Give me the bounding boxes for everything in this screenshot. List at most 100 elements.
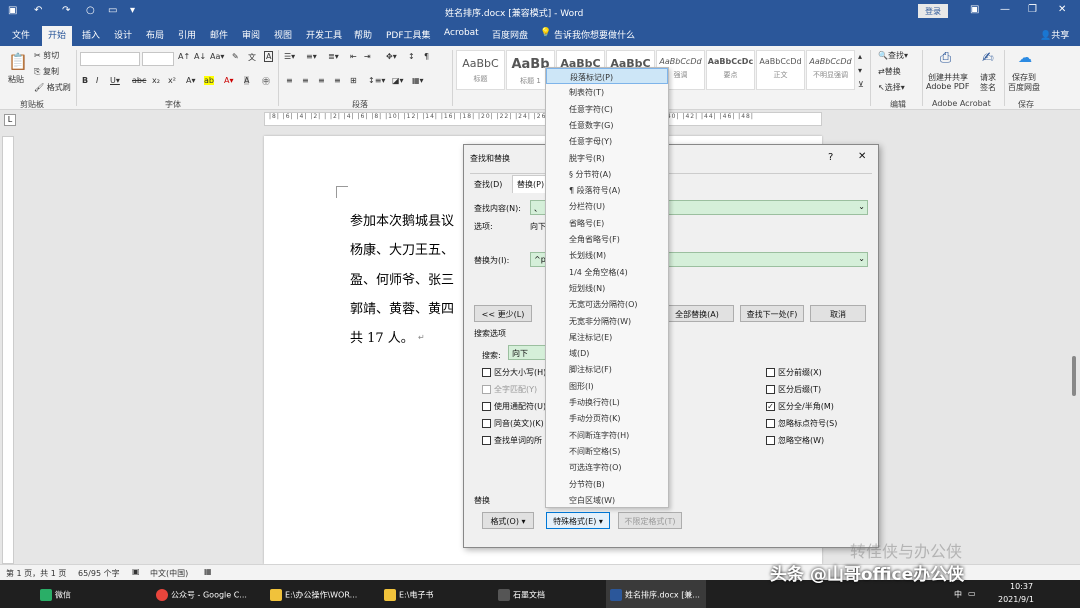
highlight-icon[interactable]: ab: [204, 76, 214, 85]
sounds-like-checkbox[interactable]: [482, 419, 491, 428]
doc-line[interactable]: 共 17 人。: [350, 327, 414, 346]
superscript-icon[interactable]: x²: [168, 76, 176, 85]
clock-time[interactable]: 10:37: [1010, 582, 1033, 591]
minimize-icon[interactable]: —: [1000, 4, 1010, 15]
menu-item[interactable]: 制表符(T): [546, 84, 668, 100]
replace-all-button[interactable]: 全部替换(A): [660, 305, 734, 322]
format-painter-button[interactable]: 🖌 格式刷: [34, 82, 71, 93]
no-formatting-button[interactable]: 不限定格式(T): [618, 512, 682, 529]
whole-word-checkbox[interactable]: [482, 385, 491, 394]
horizontal-ruler[interactable]: |8| |6| |4| |2| | |2| |4| |6| |8| |10| |…: [264, 112, 822, 126]
share-button[interactable]: 👤共享: [1040, 28, 1069, 41]
menu-item[interactable]: 省略号(E): [546, 215, 668, 231]
match-suffix-checkbox[interactable]: [766, 385, 775, 394]
doc-line[interactable]: 参加本次鹅城县议: [350, 210, 454, 229]
tab-references[interactable]: 引用: [178, 28, 196, 41]
menu-item[interactable]: 不间断连字符(H): [546, 427, 668, 443]
format-button[interactable]: 格式(O) ▾: [482, 512, 534, 529]
subscript-icon[interactable]: x₂: [152, 76, 160, 85]
tab-help[interactable]: 帮助: [354, 28, 372, 41]
tab-design[interactable]: 设计: [114, 28, 132, 41]
tab-home[interactable]: 开始: [42, 26, 73, 46]
tab-layout[interactable]: 布局: [146, 28, 164, 41]
increase-indent-icon[interactable]: ⇥: [364, 52, 371, 61]
cancel-button[interactable]: 取消: [810, 305, 866, 322]
align-center-icon[interactable]: ≡: [302, 76, 309, 85]
match-case-checkbox[interactable]: [482, 368, 491, 377]
menu-item[interactable]: 不间断空格(S): [546, 443, 668, 459]
tell-me-input[interactable]: 告诉我你想要做什么: [554, 28, 635, 41]
menu-item[interactable]: 无宽非分隔符(W): [546, 313, 668, 329]
doc-line[interactable]: 郭靖、黄蓉、黄四: [350, 298, 454, 317]
tab-replace[interactable]: 替换(P): [512, 175, 550, 193]
menu-item[interactable]: 1/4 全角空格(4): [546, 264, 668, 280]
style-subtle-emphasis[interactable]: AaBbCcDd 不明显强调: [806, 50, 855, 90]
taskbar-shimo[interactable]: 石墨文档: [498, 580, 545, 608]
menu-item[interactable]: § 分节符(A): [546, 166, 668, 182]
menu-item[interactable]: 可选连字符(O): [546, 459, 668, 475]
select-button[interactable]: ↖选择▾: [878, 82, 905, 93]
replace-button[interactable]: ⇄替换: [878, 66, 901, 77]
doc-line[interactable]: 盈、何师爷、张三: [350, 269, 454, 288]
word-count[interactable]: 65/95 个字: [78, 568, 120, 579]
menu-item[interactable]: 脚注标记(F): [546, 361, 668, 377]
menu-item[interactable]: 全角省略号(F): [546, 231, 668, 247]
shading-icon[interactable]: ◪▾: [392, 76, 404, 85]
word-forms-checkbox[interactable]: [482, 436, 491, 445]
font-size-select[interactable]: [142, 52, 174, 66]
styles-scroll-up-icon[interactable]: ▴: [858, 52, 862, 61]
menu-item[interactable]: 分节符(B): [546, 476, 668, 492]
new-doc-icon[interactable]: ▭: [108, 5, 117, 16]
redo-icon[interactable]: ↷: [62, 5, 70, 16]
numbering-icon[interactable]: ≡▾: [306, 52, 317, 61]
match-prefix-checkbox[interactable]: [766, 368, 775, 377]
menu-item[interactable]: 手动分页符(K): [546, 410, 668, 426]
menu-item[interactable]: 空白区域(W): [546, 492, 668, 508]
close-icon[interactable]: ✕: [1058, 4, 1066, 15]
line-spacing-icon[interactable]: ↕≡▾: [368, 76, 385, 85]
justify-icon[interactable]: ≡: [334, 76, 341, 85]
menu-item[interactable]: 短划线(N): [546, 280, 668, 296]
align-right-icon[interactable]: ≡: [318, 76, 325, 85]
styles-scroll-down-icon[interactable]: ▾: [858, 66, 862, 75]
signature-icon[interactable]: ✍: [982, 50, 994, 66]
dropdown-arrow-icon[interactable]: ⌄: [858, 202, 865, 211]
menu-item[interactable]: 分栏符(U): [546, 198, 668, 214]
menu-item[interactable]: 尾注标记(E): [546, 329, 668, 345]
font-color-icon[interactable]: A▾: [224, 76, 234, 85]
tab-baidu[interactable]: 百度网盘: [492, 28, 528, 41]
match-width-checkbox[interactable]: ✓: [766, 402, 775, 411]
underline-icon[interactable]: U▾: [110, 76, 120, 85]
baidu-cloud-icon[interactable]: ☁: [1018, 50, 1032, 66]
italic-icon[interactable]: I: [96, 76, 98, 85]
language-status[interactable]: 中文(中国): [150, 568, 188, 579]
pdf-icon[interactable]: ⎙: [940, 50, 951, 66]
phonetic-icon[interactable]: 文: [248, 52, 256, 63]
ribbon-options-icon[interactable]: ▣: [970, 4, 979, 15]
chinese-layout-icon[interactable]: ✥▾: [386, 52, 397, 61]
paste-button[interactable]: 粘贴: [8, 74, 24, 85]
ignore-space-checkbox[interactable]: [766, 436, 775, 445]
tab-mailings[interactable]: 邮件: [210, 28, 228, 41]
style-strong[interactable]: AaBbCcDc 要点: [706, 50, 755, 90]
login-button[interactable]: 登录: [918, 4, 948, 18]
customize-icon[interactable]: ▾: [130, 5, 135, 16]
dialog-close-button[interactable]: ✕: [858, 151, 866, 162]
tab-review[interactable]: 审阅: [242, 28, 260, 41]
multilevel-icon[interactable]: ≣▾: [328, 52, 339, 61]
doc-line[interactable]: 杨康、大刀王五、: [350, 239, 454, 258]
distributed-icon[interactable]: ⊞: [350, 76, 357, 85]
menu-item[interactable]: 长划线(M): [546, 247, 668, 263]
paste-icon[interactable]: 📋: [8, 52, 28, 71]
borders-icon[interactable]: ▦▾: [412, 76, 424, 85]
taskbar-chrome[interactable]: 公众号 - Google C...: [156, 580, 247, 608]
clock-date[interactable]: 2021/9/1: [998, 595, 1034, 604]
styles-more-icon[interactable]: ⊻: [858, 80, 864, 89]
enclose-char-icon[interactable]: ㊥: [262, 76, 270, 87]
undo-icon[interactable]: ↶: [34, 5, 42, 16]
vertical-ruler[interactable]: [2, 136, 14, 564]
decrease-indent-icon[interactable]: ⇤: [350, 52, 357, 61]
menu-item[interactable]: 无宽可选分隔符(O): [546, 296, 668, 312]
copy-button[interactable]: ⎘ 复制: [34, 66, 59, 77]
sort-icon[interactable]: ↕: [408, 52, 415, 61]
